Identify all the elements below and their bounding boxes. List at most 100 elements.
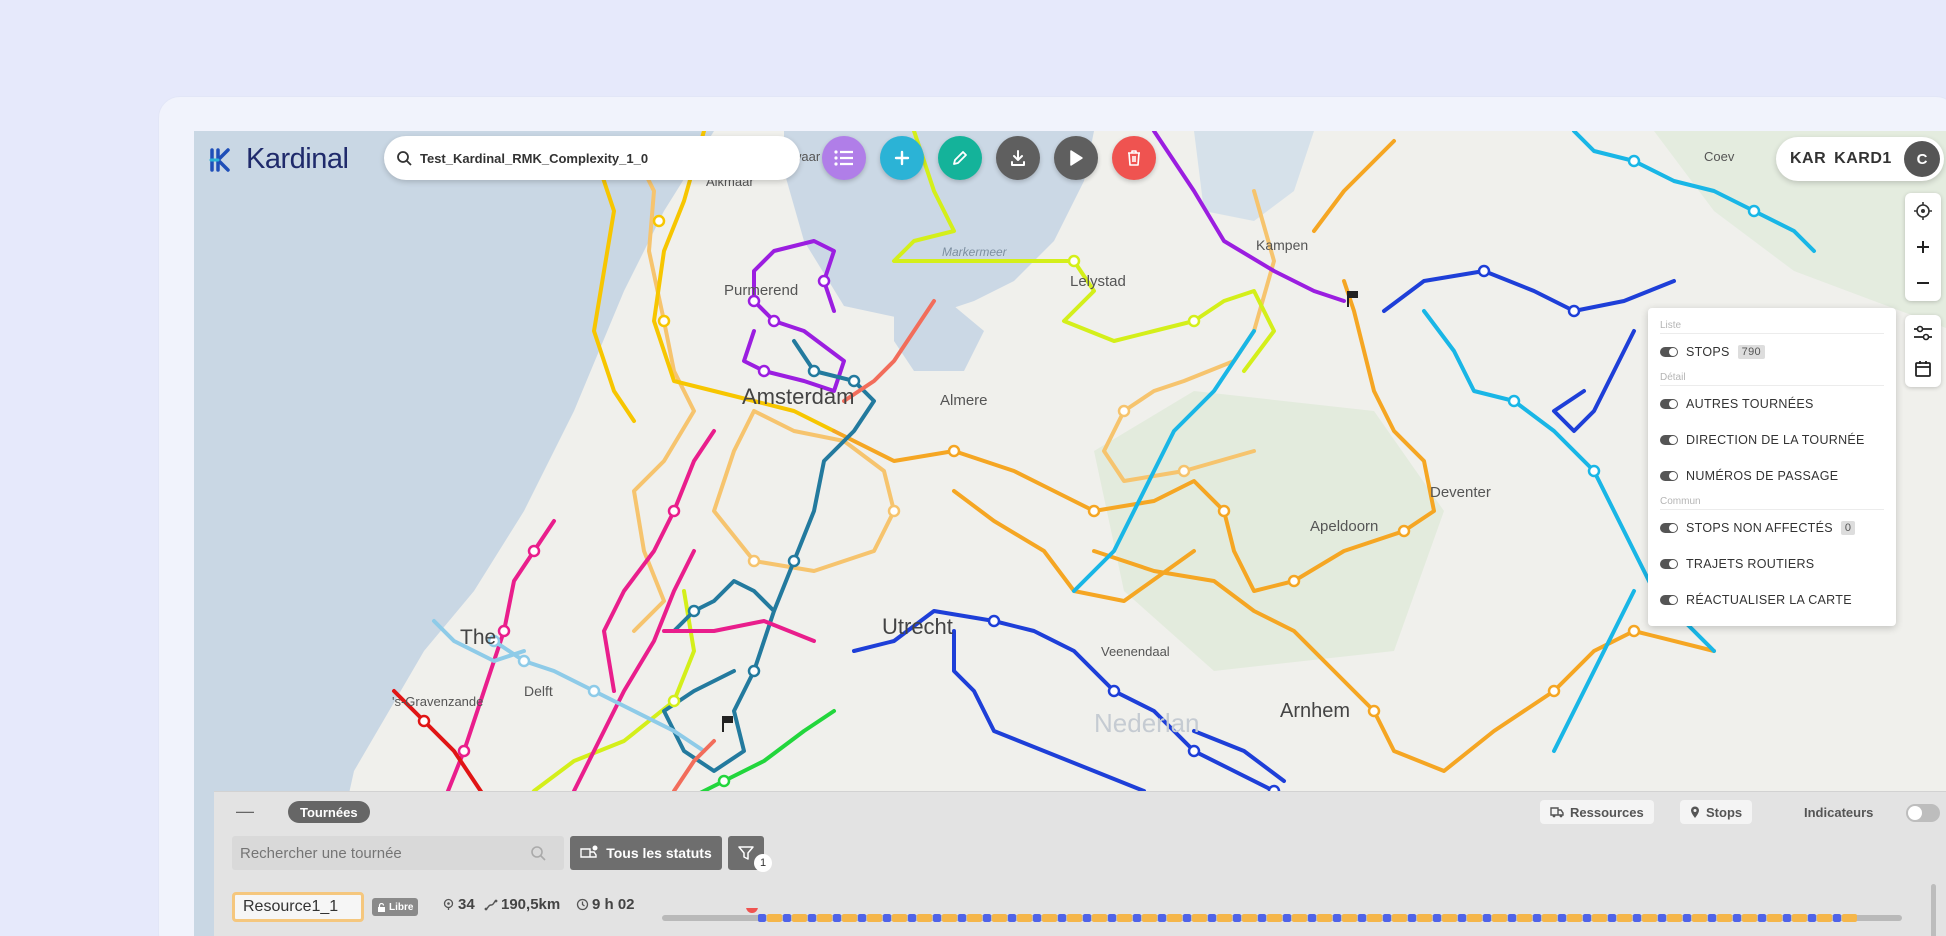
timeline-segment[interactable] [1692,914,1707,922]
scenario-search-input[interactable] [420,150,760,166]
timeline-segment[interactable] [817,914,832,922]
timeline-segment[interactable] [983,914,991,922]
timeline-segment[interactable] [917,914,932,922]
avatar[interactable]: C [1904,141,1940,177]
timeline-segment[interactable] [783,914,791,922]
timeline-segment[interactable] [908,914,916,922]
timeline-segment[interactable] [1067,914,1082,922]
timeline-segment[interactable] [1183,914,1191,922]
collapse-panel-button[interactable]: — [236,801,254,822]
route-search[interactable] [232,836,564,870]
timeline-segment[interactable] [1833,914,1841,922]
toggle-autres-tournees[interactable]: AUTRES TOURNÉES [1660,386,1884,422]
timeline-segment[interactable] [1408,914,1416,922]
delete-button[interactable] [1112,136,1156,180]
timeline-segment[interactable] [1167,914,1182,922]
timeline-segment[interactable] [1158,914,1166,922]
timeline-segment[interactable] [1617,914,1632,922]
timeline-segment[interactable] [1083,914,1091,922]
play-button[interactable] [1054,136,1098,180]
stops-toggle[interactable]: Stops [1680,800,1753,824]
timeline-segment[interactable] [758,914,766,922]
toggle-switch[interactable] [1660,559,1678,569]
calendar-button[interactable] [1905,351,1941,387]
timeline-segment[interactable] [1517,914,1532,922]
timeline-segment[interactable] [1317,914,1332,922]
timeline-segment[interactable] [1258,914,1266,922]
timeline-segment[interactable] [1433,914,1441,922]
status-filter-button[interactable]: Tous les statuts [570,836,722,870]
timeline-segment[interactable] [1583,914,1591,922]
timeline-segment[interactable] [1492,914,1507,922]
timeline-segment[interactable] [1792,914,1807,922]
timeline-segment[interactable] [1742,914,1757,922]
toggle-reactualiser[interactable]: RÉACTUALISER LA CARTE [1660,582,1884,618]
timeline-segment[interactable] [842,914,857,922]
ressources-toggle[interactable]: Ressources [1540,800,1654,824]
timeline-segment[interactable] [1092,914,1107,922]
zoom-in-button[interactable] [1905,229,1941,265]
timeline-segment[interactable] [1192,914,1207,922]
timeline-segment[interactable] [1542,914,1557,922]
timeline-segment[interactable] [958,914,966,922]
timeline-segment[interactable] [1842,914,1857,922]
timeline-segment[interactable] [1417,914,1432,922]
timeline-segment[interactable] [883,914,891,922]
timeline-segment[interactable] [1683,914,1691,922]
timeline-segment[interactable] [833,914,841,922]
timeline-segment[interactable] [967,914,982,922]
toggle-switch[interactable] [1660,595,1678,605]
timeline-segment[interactable] [1733,914,1741,922]
locate-button[interactable] [1905,193,1941,229]
timeline-segment[interactable] [1233,914,1241,922]
timeline-segment[interactable] [892,914,907,922]
timeline-segment[interactable] [1342,914,1357,922]
timeline-segment[interactable] [1292,914,1307,922]
timeline-segment[interactable] [1058,914,1066,922]
timeline-segment[interactable] [1033,914,1041,922]
download-button[interactable] [996,136,1040,180]
toggle-numeros[interactable]: NUMÉROS DE PASSAGE [1660,458,1884,494]
timeline-segment[interactable] [1017,914,1032,922]
timeline-segment[interactable] [1667,914,1682,922]
panel-scrollbar[interactable] [1931,884,1936,936]
timeline-segment[interactable] [1283,914,1291,922]
timeline-segment[interactable] [808,914,816,922]
timeline-segment[interactable] [1383,914,1391,922]
timeline-segment[interactable] [992,914,1007,922]
timeline-segment[interactable] [1758,914,1766,922]
timeline-segment[interactable] [1567,914,1582,922]
filter-button[interactable]: 1 [728,836,772,872]
timeline-segment[interactable] [942,914,957,922]
resource-name[interactable]: Resource1_1 [232,892,364,922]
timeline-segment[interactable] [1558,914,1566,922]
toggle-direction[interactable]: DIRECTION DE LA TOURNÉE [1660,422,1884,458]
timeline-segment[interactable] [1783,914,1791,922]
timeline-segment[interactable] [858,914,866,922]
timeline-segment[interactable] [1592,914,1607,922]
list-view-button[interactable] [822,136,866,180]
timeline-segment[interactable] [1708,914,1716,922]
timeline-segment[interactable] [792,914,807,922]
edit-button[interactable] [938,136,982,180]
scenario-search[interactable] [384,136,800,180]
timeline-segment[interactable] [933,914,941,922]
route-search-input[interactable] [240,844,530,862]
timeline-segment[interactable] [1808,914,1816,922]
timeline-segment[interactable] [1217,914,1232,922]
timeline-segment[interactable] [1442,914,1457,922]
timeline-segment[interactable] [1817,914,1832,922]
timeline-segment[interactable] [1658,914,1666,922]
timeline-segment[interactable] [1133,914,1141,922]
toggle-switch[interactable] [1660,435,1678,445]
timeline-segment[interactable] [1333,914,1341,922]
user-menu[interactable]: KAR KARD1 C [1776,137,1944,181]
toggle-switch[interactable] [1660,347,1678,357]
brand-logo[interactable]: Kardinal [208,143,349,176]
toggle-switch[interactable] [1660,471,1678,481]
timeline-segment[interactable] [1117,914,1132,922]
layer-settings-button[interactable] [1905,315,1941,351]
timeline-segment[interactable] [1483,914,1491,922]
timeline-segment[interactable] [1608,914,1616,922]
timeline-segment[interactable] [1358,914,1366,922]
